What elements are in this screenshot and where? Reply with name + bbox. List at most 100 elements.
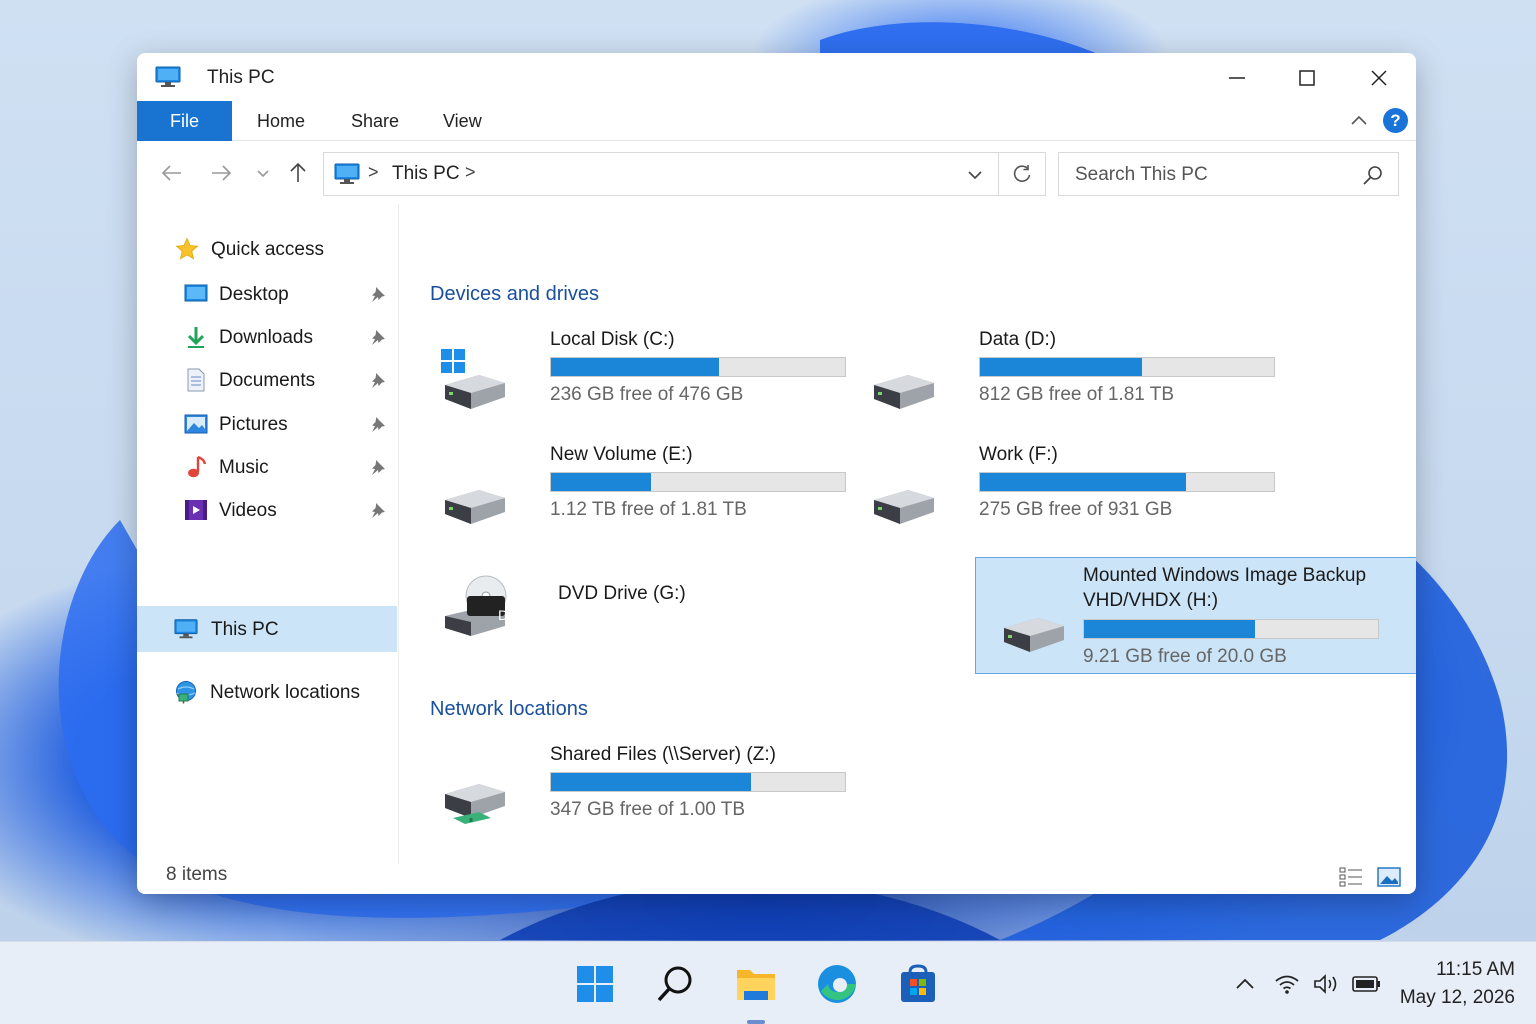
- drive-free-space: 9.21 GB free of 20.0 GB: [1083, 646, 1287, 667]
- drive-free-space: 1.12 TB free of 1.81 TB: [550, 499, 747, 520]
- chevron-up-icon[interactable]: [1347, 110, 1371, 132]
- sidebar-item-music[interactable]: Music: [137, 446, 397, 488]
- tab-view[interactable]: View: [443, 101, 482, 141]
- sidebar-item-videos[interactable]: Videos: [137, 489, 397, 531]
- drive-g-dvd[interactable]: DVD DVD Drive (G:): [433, 564, 853, 674]
- refresh-icon: [1013, 165, 1031, 182]
- details-view-icon[interactable]: [1339, 866, 1363, 888]
- breadcrumb-this-pc[interactable]: This PC: [392, 163, 460, 185]
- drive-d[interactable]: Data (D:) 812 GB free of 1.81 TB: [862, 327, 1282, 437]
- drive-h[interactable]: Mounted Windows Image Backup VHD/VHDX (H…: [975, 557, 1416, 674]
- drive-usage-bar: [979, 357, 1275, 377]
- pin-icon[interactable]: [369, 458, 387, 476]
- address-bar[interactable]: > This PC >: [323, 152, 999, 196]
- show-hidden-icons-button[interactable]: [1231, 972, 1259, 996]
- file-explorer-window: This PC File Home Share View ? > This PC…: [137, 53, 1416, 894]
- group-header-devices[interactable]: Devices and drives: [430, 283, 599, 306]
- taskbar: 11:15 AM May 12, 2026: [0, 941, 1536, 1024]
- title-bar[interactable]: This PC: [137, 53, 1416, 101]
- pin-icon[interactable]: [369, 371, 387, 389]
- close-button[interactable]: [1356, 61, 1402, 95]
- pin-icon[interactable]: [369, 285, 387, 303]
- drive-name: Work (F:): [979, 444, 1058, 465]
- star-icon: [175, 237, 199, 260]
- taskbar-search-button[interactable]: [653, 962, 697, 1006]
- maximize-icon: [1299, 70, 1315, 86]
- sidebar-item-quick-access[interactable]: Quick access: [137, 228, 397, 270]
- volume-button[interactable]: [1313, 972, 1341, 996]
- maximize-button[interactable]: [1284, 61, 1330, 95]
- forward-button[interactable]: [208, 160, 234, 186]
- help-button[interactable]: ?: [1383, 108, 1408, 133]
- music-icon: [188, 455, 207, 478]
- start-icon: [577, 966, 613, 1002]
- edge-taskbar-button[interactable]: [815, 962, 859, 1006]
- monitor-icon: [174, 619, 198, 639]
- drive-f[interactable]: Work (F:) 275 GB free of 931 GB: [862, 442, 1282, 552]
- recent-locations-button[interactable]: [250, 160, 276, 186]
- chevron-down-icon[interactable]: [964, 165, 986, 185]
- wifi-icon: [1275, 975, 1299, 994]
- drive-usage-fill: [980, 473, 1186, 491]
- drive-c[interactable]: Local Disk (C:) 236 GB free of 476 GB: [433, 327, 853, 437]
- tab-file[interactable]: File: [137, 101, 232, 141]
- drive-usage-fill: [551, 773, 751, 791]
- arrow-right-icon: [212, 165, 232, 181]
- network-drive-icon: [445, 784, 505, 824]
- desktop-icon: [184, 284, 208, 302]
- close-icon: [1371, 70, 1387, 86]
- store-icon: [901, 964, 935, 1002]
- sidebar-item-network[interactable]: Network locations: [137, 671, 397, 713]
- back-button[interactable]: [159, 160, 185, 186]
- drive-z-network[interactable]: Shared Files (\\Server) (Z:) 347 GB free…: [433, 742, 853, 852]
- drive-usage-bar: [550, 772, 846, 792]
- drive-name: Local Disk (C:): [550, 329, 675, 350]
- running-indicator: [747, 1020, 765, 1024]
- arrow-left-icon: [161, 165, 181, 181]
- monitor-icon: [334, 163, 360, 184]
- chevron-up-icon: [1236, 978, 1254, 989]
- pin-icon[interactable]: [369, 501, 387, 519]
- drive-free-space: 236 GB free of 476 GB: [550, 384, 744, 405]
- search-input[interactable]: Search This PC: [1075, 164, 1208, 186]
- store-taskbar-button[interactable]: [896, 962, 940, 1006]
- drive-usage-fill: [551, 358, 719, 376]
- minimize-button[interactable]: [1214, 61, 1260, 95]
- breadcrumb-separator[interactable]: >: [368, 162, 379, 183]
- large-icons-view-icon[interactable]: [1377, 866, 1401, 888]
- pin-icon[interactable]: [369, 415, 387, 433]
- drive-free-space: 812 GB free of 1.81 TB: [979, 384, 1175, 405]
- group-header-network[interactable]: Network locations: [430, 698, 588, 721]
- content-pane: Devices and drives Local Disk (C:) 236 G…: [399, 204, 1416, 864]
- edge-icon: [818, 965, 856, 1003]
- sidebar-item-downloads[interactable]: Downloads: [137, 316, 397, 358]
- refresh-button[interactable]: [999, 152, 1046, 196]
- item-count: 8 items: [166, 864, 228, 885]
- search-box[interactable]: Search This PC: [1058, 152, 1399, 196]
- ribbon-tabs: File Home Share View ?: [137, 101, 1416, 141]
- tab-home[interactable]: Home: [257, 101, 305, 141]
- sidebar-item-pictures[interactable]: Pictures: [137, 403, 397, 445]
- battery-button[interactable]: [1352, 972, 1380, 996]
- sidebar-item-documents[interactable]: Documents: [137, 359, 397, 401]
- navigation-pane: Quick access Desktop Downloads Documents…: [137, 204, 399, 864]
- tab-share[interactable]: Share: [351, 101, 399, 141]
- volume-icon: [1314, 974, 1337, 994]
- clock-time[interactable]: 11:15 AM: [1405, 959, 1515, 981]
- window-title: This PC: [207, 67, 275, 88]
- up-button[interactable]: [285, 160, 311, 186]
- search-icon[interactable]: [1362, 164, 1384, 186]
- dvd-drive-icon: [445, 575, 507, 636]
- file-explorer-taskbar-button[interactable]: [734, 962, 778, 1006]
- clock-date[interactable]: May 12, 2026: [1395, 987, 1515, 1009]
- breadcrumb-separator[interactable]: >: [465, 162, 476, 183]
- sidebar-item-label: Documents: [219, 370, 316, 391]
- wifi-button[interactable]: [1273, 972, 1301, 996]
- sidebar-item-desktop[interactable]: Desktop: [137, 273, 397, 315]
- drive-usage-bar: [550, 357, 846, 377]
- status-bar: 8 items: [137, 864, 1416, 894]
- drive-e[interactable]: New Volume (E:) 1.12 TB free of 1.81 TB: [433, 442, 853, 552]
- sidebar-item-this-pc[interactable]: This PC: [137, 606, 397, 652]
- start-button[interactable]: [573, 962, 617, 1006]
- pin-icon[interactable]: [369, 328, 387, 346]
